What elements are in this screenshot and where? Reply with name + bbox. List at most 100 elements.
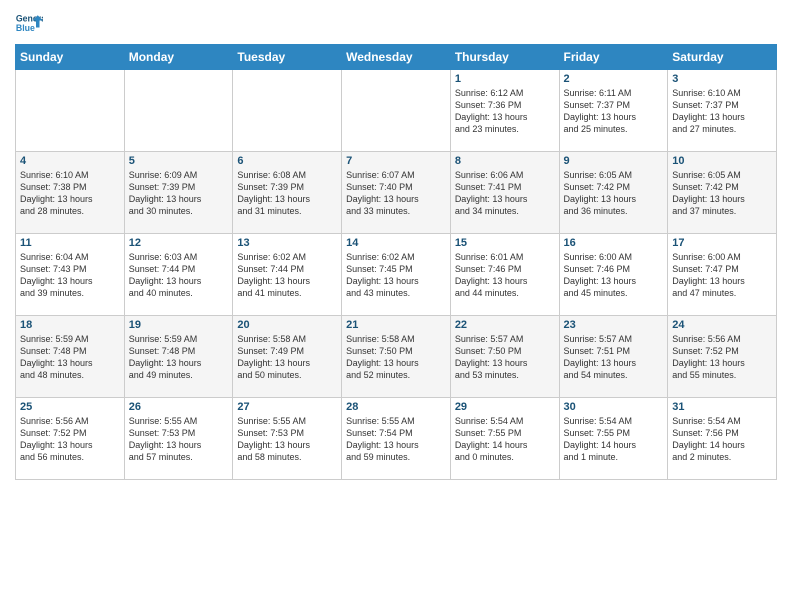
day-cell: 10 Sunrise: 6:05 AMSunset: 7:42 PMDayligh… — [668, 152, 777, 234]
week-row-3: 11 Sunrise: 6:04 AMSunset: 7:43 PMDayligh… — [16, 234, 777, 316]
logo: General Blue — [15, 10, 43, 38]
weekday-header-wednesday: Wednesday — [342, 45, 451, 70]
day-number: 4 — [20, 155, 120, 167]
week-row-5: 25Sunrise: 5:56 AMSunset: 7:52 PMDayligh… — [16, 398, 777, 480]
day-cell: 14 Sunrise: 6:02 AMSunset: 7:45 PMDayligh… — [342, 234, 451, 316]
day-cell: 2Sunrise: 6:11 AMSunset: 7:37 PMDaylight… — [559, 70, 668, 152]
day-number: 27 — [237, 401, 337, 413]
day-info: Sunrise: 6:10 AMSunset: 7:38 PMDaylight:… — [20, 169, 120, 218]
day-cell: 19Sunrise: 5:59 AMSunset: 7:48 PMDayligh… — [124, 316, 233, 398]
day-cell: 1 Sunrise: 6:12 AMSunset: 7:36 PMDaylight… — [450, 70, 559, 152]
day-number: 23 — [564, 319, 664, 331]
day-cell: 25Sunrise: 5:56 AMSunset: 7:52 PMDayligh… — [16, 398, 125, 480]
day-cell: 30Sunrise: 5:54 AMSunset: 7:55 PMDayligh… — [559, 398, 668, 480]
week-row-4: 18 Sunrise: 5:59 AMSunset: 7:48 PMDayligh… — [16, 316, 777, 398]
day-info: Sunrise: 6:12 AMSunset: 7:36 PMDaylight:… — [455, 87, 555, 136]
day-cell: 28 Sunrise: 5:55 AMSunset: 7:54 PMDayligh… — [342, 398, 451, 480]
day-cell: 27Sunrise: 5:55 AMSunset: 7:53 PMDayligh… — [233, 398, 342, 480]
day-info: Sunrise: 5:58 AMSunset: 7:50 PMDaylight:… — [346, 333, 446, 382]
day-info: Sunrise: 6:00 AMSunset: 7:46 PMDaylight:… — [564, 251, 664, 300]
day-info: Sunrise: 5:59 AMSunset: 7:48 PMDaylight:… — [20, 333, 120, 382]
day-number: 11 — [20, 237, 120, 249]
day-number: 26 — [129, 401, 229, 413]
day-cell: 17 Sunrise: 6:00 AMSunset: 7:47 PMDayligh… — [668, 234, 777, 316]
day-cell: 3 Sunrise: 6:10 AMSunset: 7:37 PMDaylight… — [668, 70, 777, 152]
week-row-2: 4 Sunrise: 6:10 AMSunset: 7:38 PMDaylight… — [16, 152, 777, 234]
day-cell: 29Sunrise: 5:54 AMSunset: 7:55 PMDayligh… — [450, 398, 559, 480]
weekday-row: SundayMondayTuesdayWednesdayThursdayFrid… — [16, 45, 777, 70]
day-number: 19 — [129, 319, 229, 331]
day-info: Sunrise: 5:54 AMSunset: 7:55 PMDaylight:… — [455, 415, 555, 464]
day-number: 13 — [237, 237, 337, 249]
day-cell: 26Sunrise: 5:55 AMSunset: 7:53 PMDayligh… — [124, 398, 233, 480]
day-info: Sunrise: 6:02 AMSunset: 7:45 PMDaylight:… — [346, 251, 446, 300]
day-cell: 8Sunrise: 6:06 AMSunset: 7:41 PMDaylight… — [450, 152, 559, 234]
weekday-header-thursday: Thursday — [450, 45, 559, 70]
day-cell — [233, 70, 342, 152]
day-info: Sunrise: 5:57 AMSunset: 7:50 PMDaylight:… — [455, 333, 555, 382]
day-number: 24 — [672, 319, 772, 331]
logo-icon: General Blue — [15, 10, 43, 38]
day-number: 7 — [346, 155, 446, 167]
day-number: 20 — [237, 319, 337, 331]
day-cell: 12 Sunrise: 6:03 AMSunset: 7:44 PMDayligh… — [124, 234, 233, 316]
day-number: 9 — [564, 155, 664, 167]
day-info: Sunrise: 6:07 AMSunset: 7:40 PMDaylight:… — [346, 169, 446, 218]
day-cell: 13 Sunrise: 6:02 AMSunset: 7:44 PMDayligh… — [233, 234, 342, 316]
calendar-header: SundayMondayTuesdayWednesdayThursdayFrid… — [16, 45, 777, 70]
day-number: 31 — [672, 401, 772, 413]
day-cell: 4 Sunrise: 6:10 AMSunset: 7:38 PMDaylight… — [16, 152, 125, 234]
day-info: Sunrise: 6:05 AMSunset: 7:42 PMDaylight:… — [672, 169, 772, 218]
day-cell: 23 Sunrise: 5:57 AMSunset: 7:51 PMDayligh… — [559, 316, 668, 398]
day-number: 14 — [346, 237, 446, 249]
day-cell: 21Sunrise: 5:58 AMSunset: 7:50 PMDayligh… — [342, 316, 451, 398]
day-info: Sunrise: 6:04 AMSunset: 7:43 PMDaylight:… — [20, 251, 120, 300]
day-cell: 7 Sunrise: 6:07 AMSunset: 7:40 PMDaylight… — [342, 152, 451, 234]
day-number: 17 — [672, 237, 772, 249]
svg-text:Blue: Blue — [16, 23, 35, 33]
day-info: Sunrise: 5:57 AMSunset: 7:51 PMDaylight:… — [564, 333, 664, 382]
weekday-header-monday: Monday — [124, 45, 233, 70]
day-info: Sunrise: 6:10 AMSunset: 7:37 PMDaylight:… — [672, 87, 772, 136]
day-info: Sunrise: 5:54 AMSunset: 7:56 PMDaylight:… — [672, 415, 772, 464]
day-number: 3 — [672, 73, 772, 85]
day-info: Sunrise: 6:02 AMSunset: 7:44 PMDaylight:… — [237, 251, 337, 300]
day-number: 25 — [20, 401, 120, 413]
day-info: Sunrise: 6:03 AMSunset: 7:44 PMDaylight:… — [129, 251, 229, 300]
page: General Blue SundayMondayTuesdayWednesda… — [0, 0, 792, 612]
day-number: 1 — [455, 73, 555, 85]
day-number: 6 — [237, 155, 337, 167]
day-cell: 9 Sunrise: 6:05 AMSunset: 7:42 PMDaylight… — [559, 152, 668, 234]
day-number: 18 — [20, 319, 120, 331]
day-cell: 11 Sunrise: 6:04 AMSunset: 7:43 PMDayligh… — [16, 234, 125, 316]
day-cell: 18 Sunrise: 5:59 AMSunset: 7:48 PMDayligh… — [16, 316, 125, 398]
day-cell: 15Sunrise: 6:01 AMSunset: 7:46 PMDayligh… — [450, 234, 559, 316]
day-number: 12 — [129, 237, 229, 249]
day-cell: 5 Sunrise: 6:09 AMSunset: 7:39 PMDaylight… — [124, 152, 233, 234]
day-info: Sunrise: 6:11 AMSunset: 7:37 PMDaylight:… — [564, 87, 664, 136]
day-cell: 31 Sunrise: 5:54 AMSunset: 7:56 PMDayligh… — [668, 398, 777, 480]
day-number: 30 — [564, 401, 664, 413]
day-number: 22 — [455, 319, 555, 331]
day-cell — [16, 70, 125, 152]
day-info: Sunrise: 6:01 AMSunset: 7:46 PMDaylight:… — [455, 251, 555, 300]
week-row-1: 1 Sunrise: 6:12 AMSunset: 7:36 PMDaylight… — [16, 70, 777, 152]
day-number: 10 — [672, 155, 772, 167]
day-info: Sunrise: 6:00 AMSunset: 7:47 PMDaylight:… — [672, 251, 772, 300]
weekday-header-saturday: Saturday — [668, 45, 777, 70]
day-info: Sunrise: 6:09 AMSunset: 7:39 PMDaylight:… — [129, 169, 229, 218]
day-cell — [342, 70, 451, 152]
header: General Blue — [15, 10, 777, 38]
day-info: Sunrise: 6:05 AMSunset: 7:42 PMDaylight:… — [564, 169, 664, 218]
day-info: Sunrise: 6:08 AMSunset: 7:39 PMDaylight:… — [237, 169, 337, 218]
calendar: SundayMondayTuesdayWednesdayThursdayFrid… — [15, 44, 777, 480]
day-number: 5 — [129, 155, 229, 167]
day-cell: 20 Sunrise: 5:58 AMSunset: 7:49 PMDayligh… — [233, 316, 342, 398]
day-cell: 16Sunrise: 6:00 AMSunset: 7:46 PMDayligh… — [559, 234, 668, 316]
weekday-header-sunday: Sunday — [16, 45, 125, 70]
day-info: Sunrise: 5:58 AMSunset: 7:49 PMDaylight:… — [237, 333, 337, 382]
day-info: Sunrise: 5:56 AMSunset: 7:52 PMDaylight:… — [672, 333, 772, 382]
day-number: 28 — [346, 401, 446, 413]
day-number: 8 — [455, 155, 555, 167]
day-info: Sunrise: 5:55 AMSunset: 7:54 PMDaylight:… — [346, 415, 446, 464]
